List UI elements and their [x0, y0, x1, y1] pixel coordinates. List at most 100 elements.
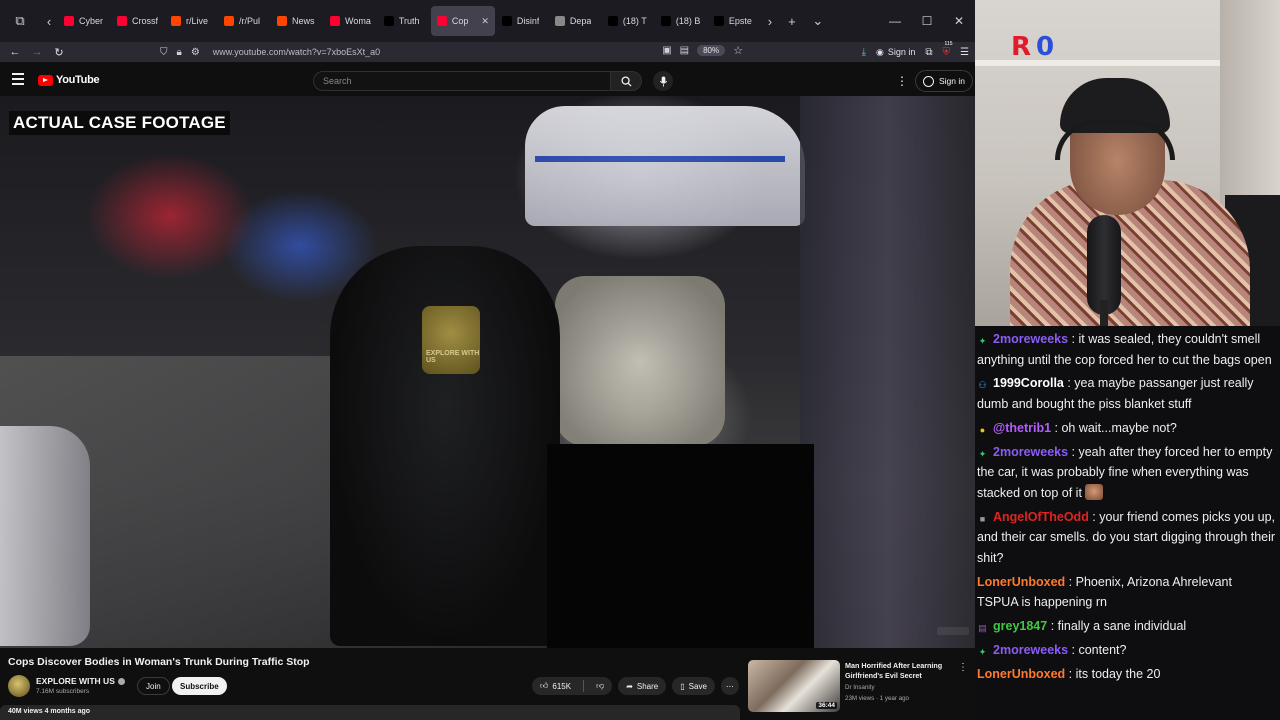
app-menu-icon[interactable]: ☰ — [960, 47, 969, 58]
channel-name[interactable]: EXPLORE WITH US — [36, 676, 125, 686]
chat-separator: : — [1065, 574, 1076, 589]
chat-separator: : — [1051, 420, 1062, 435]
description-box[interactable]: 40M views 4 months ago — [0, 705, 740, 720]
voice-search-button[interactable] — [653, 71, 673, 91]
tab-scroll-right-icon[interactable]: › — [761, 8, 779, 34]
recommended-title[interactable]: Man Horrified After Learning Girlfriend'… — [845, 661, 955, 681]
chat-badge-icon[interactable]: ✦ — [977, 647, 988, 658]
more-actions-button[interactable]: ⋯ — [720, 677, 739, 695]
guide-menu-icon[interactable] — [12, 73, 24, 85]
navigation-toolbar: ← → ↻ ⛉ 🔒︎ ⚙ www.youtube.com/watch?v=7xb… — [0, 41, 975, 62]
recommended-more-icon[interactable]: ⋮ — [958, 662, 968, 673]
chat-username[interactable]: 1999Corolla — [993, 376, 1064, 390]
settings-more-icon[interactable]: ⋮ — [896, 74, 908, 88]
chat-text: oh wait...maybe not? — [1061, 420, 1177, 435]
reader-view-icon[interactable]: ▤ — [680, 45, 689, 56]
chat-username[interactable]: @thetrib1 — [993, 421, 1051, 435]
browser-tab[interactable]: Cyber — [58, 6, 110, 36]
browser-tab[interactable]: Truth — [378, 6, 430, 36]
webcam-scene-headset — [1055, 120, 1175, 160]
join-button[interactable]: Join — [137, 677, 170, 695]
like-button[interactable]: 👍︎ 615K — [532, 677, 579, 695]
account-icon: ◉ — [876, 46, 884, 57]
browser-tab[interactable]: Depa — [549, 6, 601, 36]
extensions-icon[interactable]: ⧉ — [925, 47, 932, 58]
video-scene-bag — [555, 276, 725, 446]
subscribe-button[interactable]: Subscribe — [172, 677, 227, 695]
list-all-tabs-icon[interactable]: ⌄ — [805, 8, 831, 34]
search-button[interactable] — [610, 71, 642, 91]
chat-badge-icon[interactable]: ▤ — [977, 623, 988, 634]
tab-title: /r/Pul — [239, 16, 261, 26]
browser-tab[interactable]: /r/Pul — [218, 6, 270, 36]
user-circle-icon — [923, 75, 934, 87]
close-window-icon[interactable]: ✕ — [943, 14, 975, 28]
chat-badge-icon[interactable]: ✦ — [977, 449, 988, 460]
video-player[interactable]: EXPLORE WITH US ACTUAL CASE FOOTAGE — [0, 96, 975, 648]
chat-badge-icon[interactable]: ✦ — [977, 336, 988, 347]
chat-username[interactable]: 2moreweeks — [993, 643, 1068, 657]
recommended-channel[interactable]: Dr Insanity — [845, 684, 875, 691]
ublock-icon[interactable]: ⛨ 115 — [943, 41, 953, 58]
url-text[interactable]: www.youtube.com/watch?v=7xboEsXt_a0 — [213, 47, 380, 57]
zoom-level-badge[interactable]: 80% — [697, 45, 726, 56]
permissions-icon[interactable]: ⚙ — [191, 47, 200, 58]
browser-tab[interactable]: r/Live — [165, 6, 217, 36]
chat-badge-icon[interactable]: ⚇ — [977, 380, 988, 391]
chat-emote-icon — [1084, 483, 1103, 500]
shield-icon[interactable]: ⛉ — [160, 47, 168, 58]
chat-separator: : — [1068, 332, 1079, 346]
search-input[interactable] — [323, 76, 612, 86]
share-button[interactable]: ➦ Share — [618, 677, 667, 695]
picture-in-picture-icon[interactable]: ▣ — [662, 45, 671, 56]
browser-tab[interactable]: Epste — [708, 6, 760, 36]
browser-tab[interactable]: News — [271, 6, 323, 36]
bookmark-star-icon[interactable]: ☆ — [733, 44, 743, 57]
tab-title: Epste — [728, 16, 752, 26]
search-box — [313, 71, 613, 91]
account-signin-button[interactable]: ◉ Sign in — [876, 47, 915, 58]
tab-favicon-icon — [117, 16, 127, 26]
forward-icon[interactable]: → — [26, 46, 48, 58]
url-bar[interactable]: ⛉ 🔒︎ ⚙ www.youtube.com/watch?v=7xboEsXt_… — [150, 42, 740, 62]
save-button[interactable]: ▯ Save — [672, 677, 715, 695]
reload-icon[interactable]: ↻ — [48, 46, 70, 59]
chat-badge-icon[interactable]: ■ — [977, 514, 988, 525]
tab-scroll-left-icon[interactable]: ‹ — [40, 8, 58, 34]
channel-name-text: EXPLORE WITH US — [36, 676, 115, 686]
browser-tab[interactable]: (18) T — [602, 6, 654, 36]
chat-username[interactable]: LonerUnboxed — [977, 575, 1065, 589]
browser-tab[interactable]: Cop ✕ — [430, 6, 495, 36]
chat-username[interactable]: AngelOfTheOdd — [993, 510, 1089, 524]
like-count: 615K — [552, 681, 572, 691]
minimize-icon[interactable]: — — [879, 14, 911, 28]
channel-avatar[interactable] — [8, 675, 30, 697]
chat-username[interactable]: 2moreweeks — [993, 445, 1068, 459]
browser-tab[interactable]: Crossf — [111, 6, 164, 36]
maximize-icon[interactable]: ☐ — [911, 14, 943, 28]
recommended-thumbnail[interactable]: 36:44 — [748, 660, 840, 712]
recommended-video[interactable]: 36:44 Man Horrified After Learning Girlf… — [748, 660, 970, 716]
chat-message: ▤ grey1847 : finally a sane individual — [977, 616, 1280, 637]
lock-icon[interactable]: 🔒︎ — [177, 47, 182, 58]
toolbar-right: ⤓ ◉ Sign in ⧉ ⛨ 115 ☰ — [862, 41, 969, 62]
browser-tab[interactable]: Woma — [324, 6, 377, 36]
logo-letter-left: R — [1011, 32, 1032, 62]
youtube-play-icon — [38, 74, 53, 86]
subscribe-watermark[interactable] — [937, 627, 969, 635]
chat-username[interactable]: grey1847 — [993, 619, 1047, 633]
browser-tab[interactable]: (18) B — [655, 6, 707, 36]
close-tab-icon[interactable]: ✕ — [481, 16, 489, 27]
chat-username[interactable]: LonerUnboxed — [977, 667, 1065, 681]
chat-username[interactable]: 2moreweeks — [993, 332, 1068, 346]
tab-title: Depa — [569, 16, 592, 26]
browser-tab[interactable]: Disinf — [496, 6, 548, 36]
downloads-icon[interactable]: ⤓ — [862, 47, 866, 58]
back-icon[interactable]: ← — [4, 46, 26, 58]
new-tab-icon[interactable]: + — [779, 8, 805, 34]
youtube-signin-button[interactable]: Sign in — [915, 70, 973, 92]
chat-badge-icon[interactable]: ● — [977, 425, 988, 436]
youtube-logo[interactable]: YouTube — [38, 74, 100, 86]
dislike-button[interactable]: 👎︎ — [588, 677, 612, 695]
tab-overview-icon[interactable]: ⧉ — [0, 8, 40, 34]
